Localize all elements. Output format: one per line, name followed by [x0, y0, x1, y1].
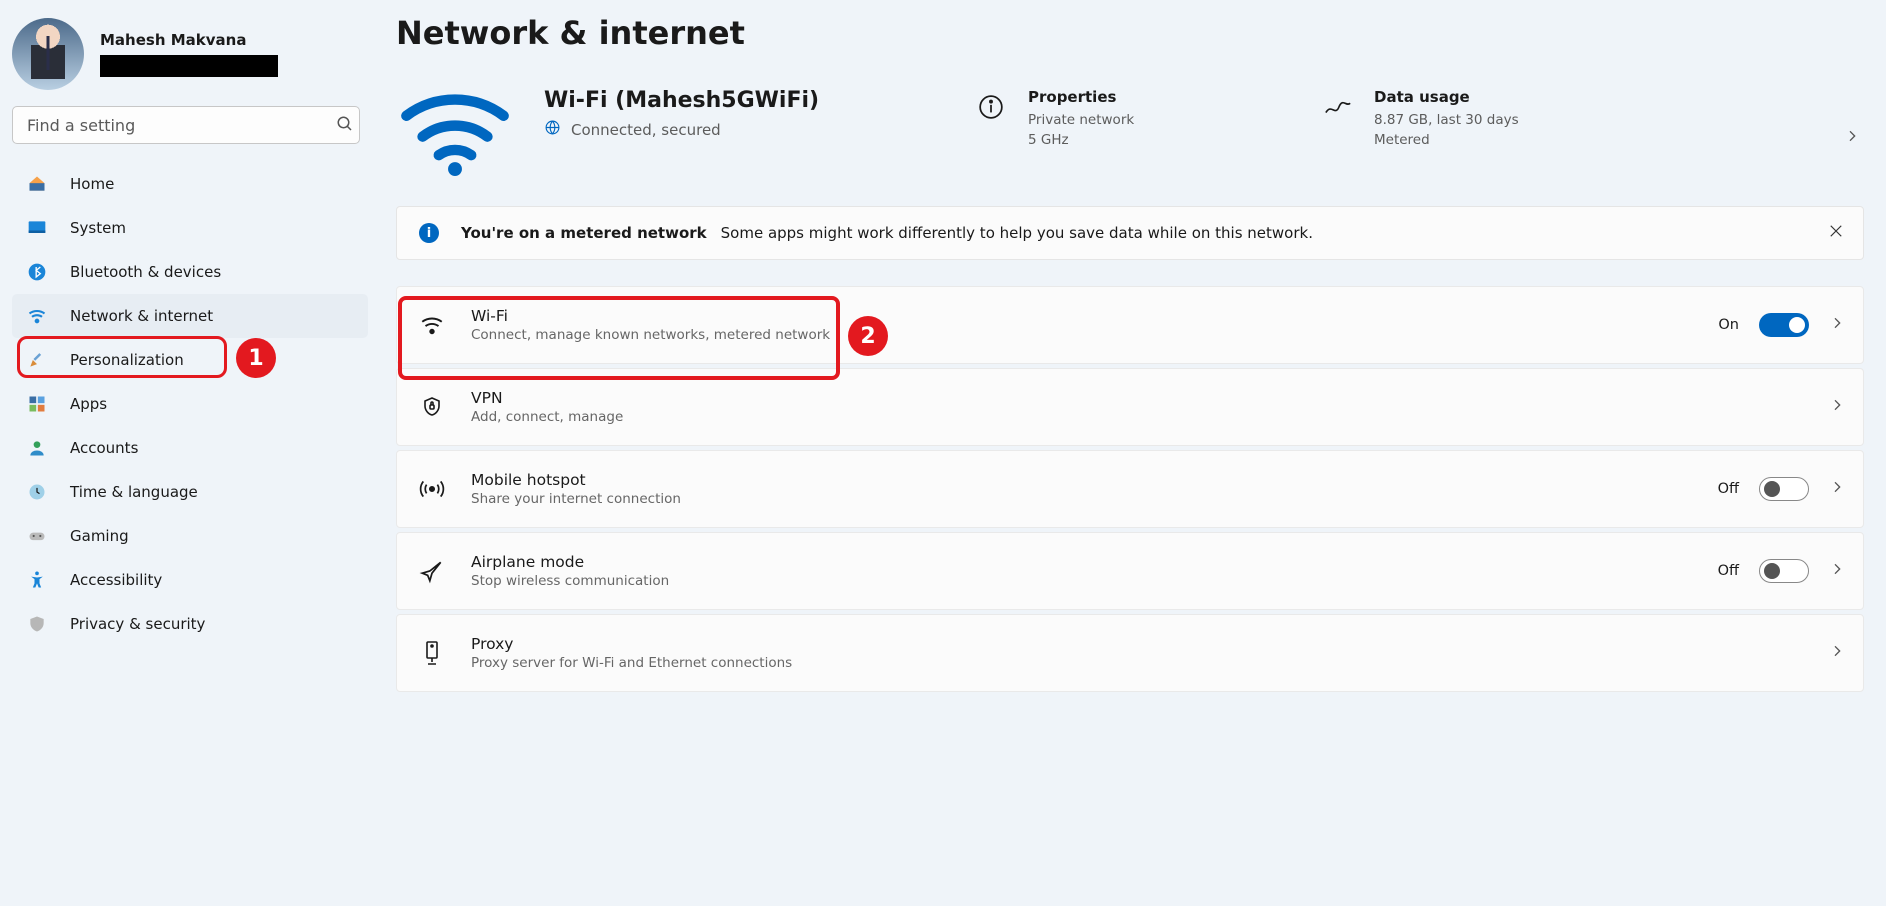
sidebar-item-personalization[interactable]: Personalization — [12, 338, 368, 382]
card-subtitle: Share your internet connection — [471, 491, 681, 507]
properties-block[interactable]: Properties Private network 5 GHz — [978, 88, 1134, 151]
usage-line1: 8.87 GB, last 30 days — [1374, 110, 1519, 130]
toggle-state: On — [1718, 317, 1739, 333]
sidebar-item-label: Accessibility — [70, 571, 162, 589]
vpn-shield-icon — [419, 394, 445, 420]
card-subtitle: Proxy server for Wi-Fi and Ethernet conn… — [471, 655, 792, 671]
card-proxy[interactable]: Proxy Proxy server for Wi-Fi and Etherne… — [396, 614, 1864, 692]
connection-state: Connected, secured — [571, 121, 721, 139]
nav-list: Home System Bluetooth & devices Network … — [12, 162, 368, 646]
wifi-toggle[interactable] — [1759, 313, 1809, 337]
card-subtitle: Add, connect, manage — [471, 409, 623, 425]
globe-icon — [544, 119, 561, 140]
hotspot-icon — [419, 476, 445, 502]
shield-icon — [26, 613, 48, 635]
card-title: Wi-Fi — [471, 307, 830, 325]
hotspot-toggle[interactable] — [1759, 477, 1809, 501]
sidebar-item-accounts[interactable]: Accounts — [12, 426, 368, 470]
connection-status[interactable]: Wi-Fi (Mahesh5GWiFi) Connected, secured … — [396, 88, 1864, 180]
card-wifi[interactable]: Wi-Fi Connect, manage known networks, me… — [396, 286, 1864, 364]
card-subtitle: Connect, manage known networks, metered … — [471, 327, 830, 343]
wifi-icon — [26, 305, 48, 327]
home-icon — [26, 173, 48, 195]
page-title: Network & internet — [396, 14, 1864, 52]
card-airplane[interactable]: Airplane mode Stop wireless communicatio… — [396, 532, 1864, 610]
sidebar-item-label: Bluetooth & devices — [70, 263, 221, 281]
wifi-large-icon — [396, 88, 514, 180]
avatar — [12, 18, 84, 90]
card-title: Mobile hotspot — [471, 471, 681, 489]
sidebar-item-system[interactable]: System — [12, 206, 368, 250]
data-usage-block[interactable]: Data usage 8.87 GB, last 30 days Metered — [1324, 88, 1519, 151]
sidebar-item-bluetooth[interactable]: Bluetooth & devices — [12, 250, 368, 294]
toggle-state: Off — [1718, 563, 1739, 579]
clock-icon — [26, 481, 48, 503]
sidebar-item-label: Gaming — [70, 527, 129, 545]
sidebar-item-accessibility[interactable]: Accessibility — [12, 558, 368, 602]
card-vpn[interactable]: VPN Add, connect, manage — [396, 368, 1864, 446]
sidebar-item-gaming[interactable]: Gaming — [12, 514, 368, 558]
info-icon — [978, 94, 1008, 124]
brush-icon — [26, 349, 48, 371]
chevron-right-icon — [1829, 643, 1845, 663]
profile-email-redacted — [100, 55, 278, 77]
accessibility-icon — [26, 569, 48, 591]
sidebar: Mahesh Makvana Home System Bluetooth & d… — [0, 0, 380, 906]
card-hotspot[interactable]: Mobile hotspot Share your internet conne… — [396, 450, 1864, 528]
airplane-icon — [419, 558, 445, 584]
person-icon — [26, 437, 48, 459]
sidebar-item-label: Home — [70, 175, 114, 193]
properties-line1: Private network — [1028, 110, 1134, 130]
airplane-toggle[interactable] — [1759, 559, 1809, 583]
card-title: Proxy — [471, 635, 792, 653]
system-icon — [26, 217, 48, 239]
properties-title: Properties — [1028, 88, 1134, 106]
sidebar-item-apps[interactable]: Apps — [12, 382, 368, 426]
sidebar-item-label: Time & language — [70, 483, 198, 501]
sidebar-item-label: Personalization — [70, 351, 184, 369]
sidebar-item-label: Apps — [70, 395, 107, 413]
sidebar-item-label: Accounts — [70, 439, 138, 457]
main-content: Network & internet Wi-Fi (Mahesh5GWiFi) … — [396, 0, 1886, 692]
wifi-icon — [419, 312, 445, 338]
bluetooth-icon — [26, 261, 48, 283]
metered-notice: i You're on a metered network Some apps … — [396, 206, 1864, 260]
annotation-marker-1: 1 — [236, 338, 276, 378]
card-subtitle: Stop wireless communication — [471, 573, 669, 589]
chevron-right-icon — [1829, 479, 1845, 499]
chevron-right-icon[interactable] — [1844, 128, 1860, 148]
apps-icon — [26, 393, 48, 415]
chevron-right-icon — [1829, 561, 1845, 581]
search-input[interactable] — [12, 106, 360, 144]
connection-ssid: Wi-Fi (Mahesh5GWiFi) — [544, 88, 819, 113]
chevron-right-icon — [1829, 397, 1845, 417]
card-title: VPN — [471, 389, 623, 407]
graph-icon — [1324, 94, 1354, 124]
usage-line2: Metered — [1374, 130, 1519, 150]
notice-body: Some apps might work differently to help… — [721, 224, 1313, 242]
sidebar-item-privacy[interactable]: Privacy & security — [12, 602, 368, 646]
usage-title: Data usage — [1374, 88, 1519, 106]
close-icon[interactable] — [1827, 222, 1845, 244]
sidebar-item-label: Privacy & security — [70, 615, 205, 633]
properties-line2: 5 GHz — [1028, 130, 1134, 150]
notice-heading: You're on a metered network — [461, 224, 707, 242]
annotation-marker-2: 2 — [848, 316, 888, 356]
sidebar-item-time[interactable]: Time & language — [12, 470, 368, 514]
sidebar-item-home[interactable]: Home — [12, 162, 368, 206]
proxy-icon — [419, 640, 445, 666]
search-icon — [336, 115, 354, 137]
card-title: Airplane mode — [471, 553, 669, 571]
toggle-state: Off — [1718, 481, 1739, 497]
profile-block[interactable]: Mahesh Makvana — [12, 18, 368, 106]
chevron-right-icon — [1829, 315, 1845, 335]
sidebar-item-label: System — [70, 219, 126, 237]
profile-name: Mahesh Makvana — [100, 31, 278, 49]
info-badge-icon: i — [419, 223, 439, 243]
sidebar-item-network[interactable]: Network & internet — [12, 294, 368, 338]
gamepad-icon — [26, 525, 48, 547]
sidebar-item-label: Network & internet — [70, 307, 213, 325]
